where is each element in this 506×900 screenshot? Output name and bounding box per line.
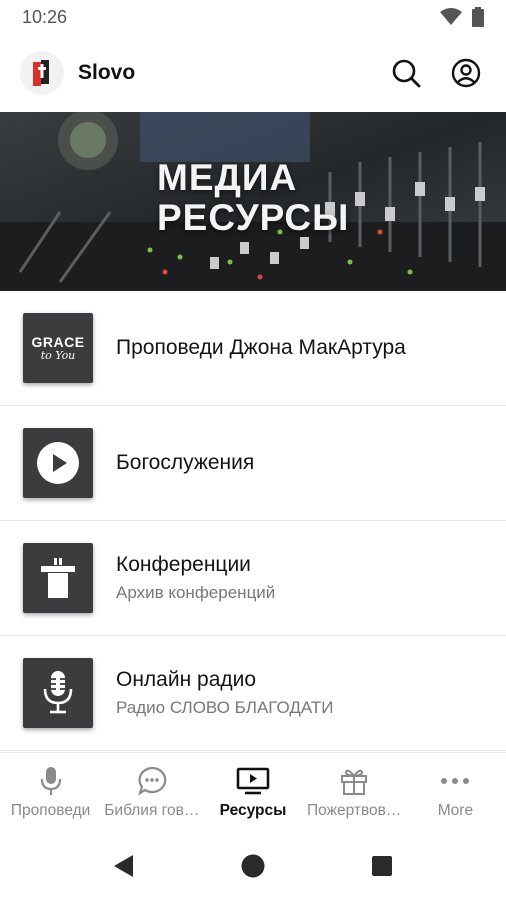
slovo-logo-icon	[33, 60, 49, 86]
app-title: Slovo	[78, 61, 136, 84]
grace-to-you-logo: GRACE to You	[23, 313, 93, 383]
status-icons	[440, 7, 484, 27]
banner-title: МЕДИА РЕСУРСЫ	[157, 158, 349, 238]
wifi-icon	[440, 8, 462, 25]
radio-thumb	[23, 658, 93, 728]
list-item-services[interactable]: Богослужения	[0, 406, 506, 521]
nav-label: More	[437, 801, 474, 819]
banner-title-line2: РЕСУРСЫ	[157, 197, 350, 238]
nav-item-more[interactable]: More	[405, 753, 506, 832]
nav-item-donations[interactable]: Пожертвов…	[304, 753, 405, 832]
list-item-online-radio[interactable]: Онлайн радио Радио СЛОВО БЛАГОДАТИ	[0, 636, 506, 751]
nav-label: Проповеди	[10, 801, 91, 819]
list-item-title: Онлайн радио	[116, 668, 257, 691]
battery-icon	[472, 7, 484, 27]
search-button[interactable]	[386, 53, 426, 93]
back-icon[interactable]	[113, 854, 135, 878]
studio-microphone-icon	[43, 671, 73, 714]
media-resources-banner: МЕДИА РЕСУРСЫ	[0, 112, 506, 291]
chat-bubble-icon	[137, 766, 167, 795]
list-item-conferences[interactable]: Конференции Архив конференций	[0, 521, 506, 636]
list-item-title: Проповеди Джона МакАртура	[116, 336, 406, 359]
system-navigation-bar	[0, 832, 506, 900]
resources-list: GRACE to You Проповеди Джона МакАртура Б…	[0, 291, 506, 751]
list-item-subtitle: Радио СЛОВО БЛАГОДАТИ	[116, 698, 334, 717]
list-item-subtitle: Архив конференций	[116, 583, 276, 602]
nav-label: Ресурсы	[219, 801, 287, 819]
to-you-logo-text: to You	[40, 348, 76, 362]
status-time: 10:26	[22, 6, 68, 27]
nav-item-resources[interactable]: Ресурсы	[202, 753, 303, 832]
gift-icon	[341, 769, 368, 795]
account-icon	[451, 58, 481, 88]
recents-icon[interactable]	[371, 855, 393, 877]
grace-logo-text: GRACE	[31, 333, 85, 350]
bottom-navigation: Проповеди Библия гов… Ресурсы Пожертвов……	[0, 752, 506, 832]
nav-item-bible[interactable]: Библия гов…	[101, 753, 202, 832]
account-button[interactable]	[446, 53, 486, 93]
tv-play-icon	[236, 767, 270, 794]
list-item-title: Богослужения	[116, 451, 255, 474]
banner-title-line1: МЕДИА	[157, 157, 298, 198]
nav-label: Пожертвов…	[307, 801, 402, 819]
app-bar: Slovo	[0, 34, 506, 112]
nav-item-sermons[interactable]: Проповеди	[0, 753, 101, 832]
app-logo	[20, 51, 64, 95]
microphone-icon	[40, 766, 61, 795]
services-thumb	[23, 428, 93, 498]
more-dots-icon	[441, 777, 470, 784]
status-bar: 10:26	[0, 0, 506, 34]
search-icon	[392, 59, 421, 88]
list-item-macarthur-sermons[interactable]: GRACE to You Проповеди Джона МакАртура	[0, 291, 506, 406]
conferences-thumb	[23, 543, 93, 613]
nav-label: Библия гов…	[104, 801, 200, 819]
podium-icon	[41, 558, 75, 598]
list-item-title: Конференции	[116, 553, 251, 576]
home-icon[interactable]	[241, 854, 265, 878]
play-circle-icon	[37, 442, 79, 484]
